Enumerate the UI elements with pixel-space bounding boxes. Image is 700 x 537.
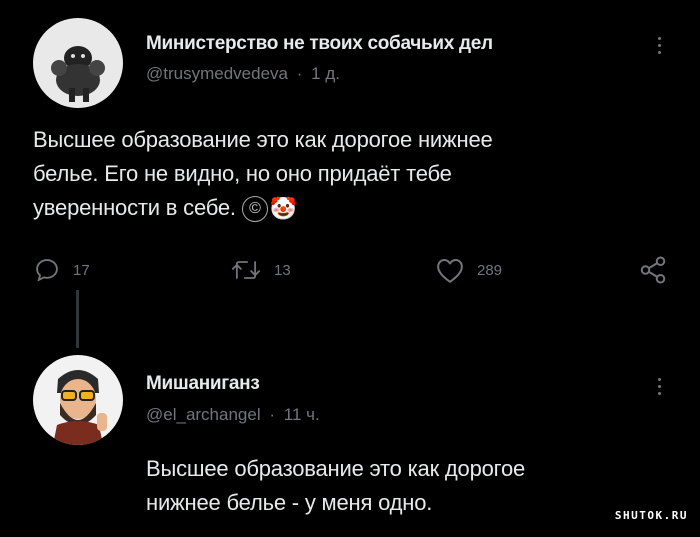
tweet-text-line: Высшее образование это как дорогое нижне… xyxy=(33,127,493,152)
heart-icon xyxy=(437,259,463,283)
tweet-time[interactable]: 1 д. xyxy=(311,64,340,83)
watermark: SHUTOK.RU xyxy=(614,509,688,522)
clown-emoji: 🤡 xyxy=(269,196,298,222)
share-icon xyxy=(640,256,666,284)
tweet-text-line: белье. Его не видно, но оно придаёт тебе xyxy=(33,161,452,186)
retweet-count: 13 xyxy=(274,261,291,279)
retweet-icon xyxy=(231,261,261,279)
reply-count: 17 xyxy=(73,261,90,279)
avatar-image xyxy=(33,355,123,445)
tweet-text-line: уверенности в себе. © 🤡 xyxy=(33,191,493,226)
reply-button[interactable]: 17 xyxy=(33,256,90,284)
author-name[interactable]: Мишаниганз xyxy=(146,373,260,395)
avatar-image xyxy=(33,18,123,108)
tweet-text-line: Высшее образование это как дорогое xyxy=(146,456,526,481)
author-meta: @trusymedvedeva · 1 д. xyxy=(146,64,340,84)
retweet-button[interactable]: 13 xyxy=(230,256,291,284)
like-count: 289 xyxy=(477,261,503,279)
tweet-text-line: нижнее белье - у меня одно. xyxy=(146,490,433,515)
author-handle[interactable]: @el_archangel xyxy=(146,405,261,424)
avatar-el-archangel[interactable] xyxy=(33,355,123,445)
tweet-text: Высшее образование это как дорогое нижне… xyxy=(146,452,525,520)
author-meta: @el_archangel · 11 ч. xyxy=(146,405,320,425)
copyright-emoji: © xyxy=(241,196,268,223)
meta-separator: · xyxy=(296,64,303,83)
avatar-trusymedvedeva[interactable] xyxy=(33,18,123,108)
author-handle[interactable]: @trusymedvedeva xyxy=(146,64,288,83)
thread-connector xyxy=(76,290,79,348)
more-vertical-icon[interactable] xyxy=(658,378,662,399)
meta-separator: · xyxy=(269,405,276,424)
more-vertical-icon[interactable] xyxy=(658,37,662,58)
like-button[interactable]: 289 xyxy=(435,256,502,284)
author-name[interactable]: Министерство не твоих собачьих дел xyxy=(146,33,493,55)
share-button[interactable] xyxy=(638,255,668,290)
tweet-text-line-content: уверенности в себе. xyxy=(33,195,236,220)
tweet-time[interactable]: 11 ч. xyxy=(284,405,320,424)
reply-icon xyxy=(36,259,58,282)
tweet-text: Высшее образование это как дорогое нижне… xyxy=(33,123,493,226)
